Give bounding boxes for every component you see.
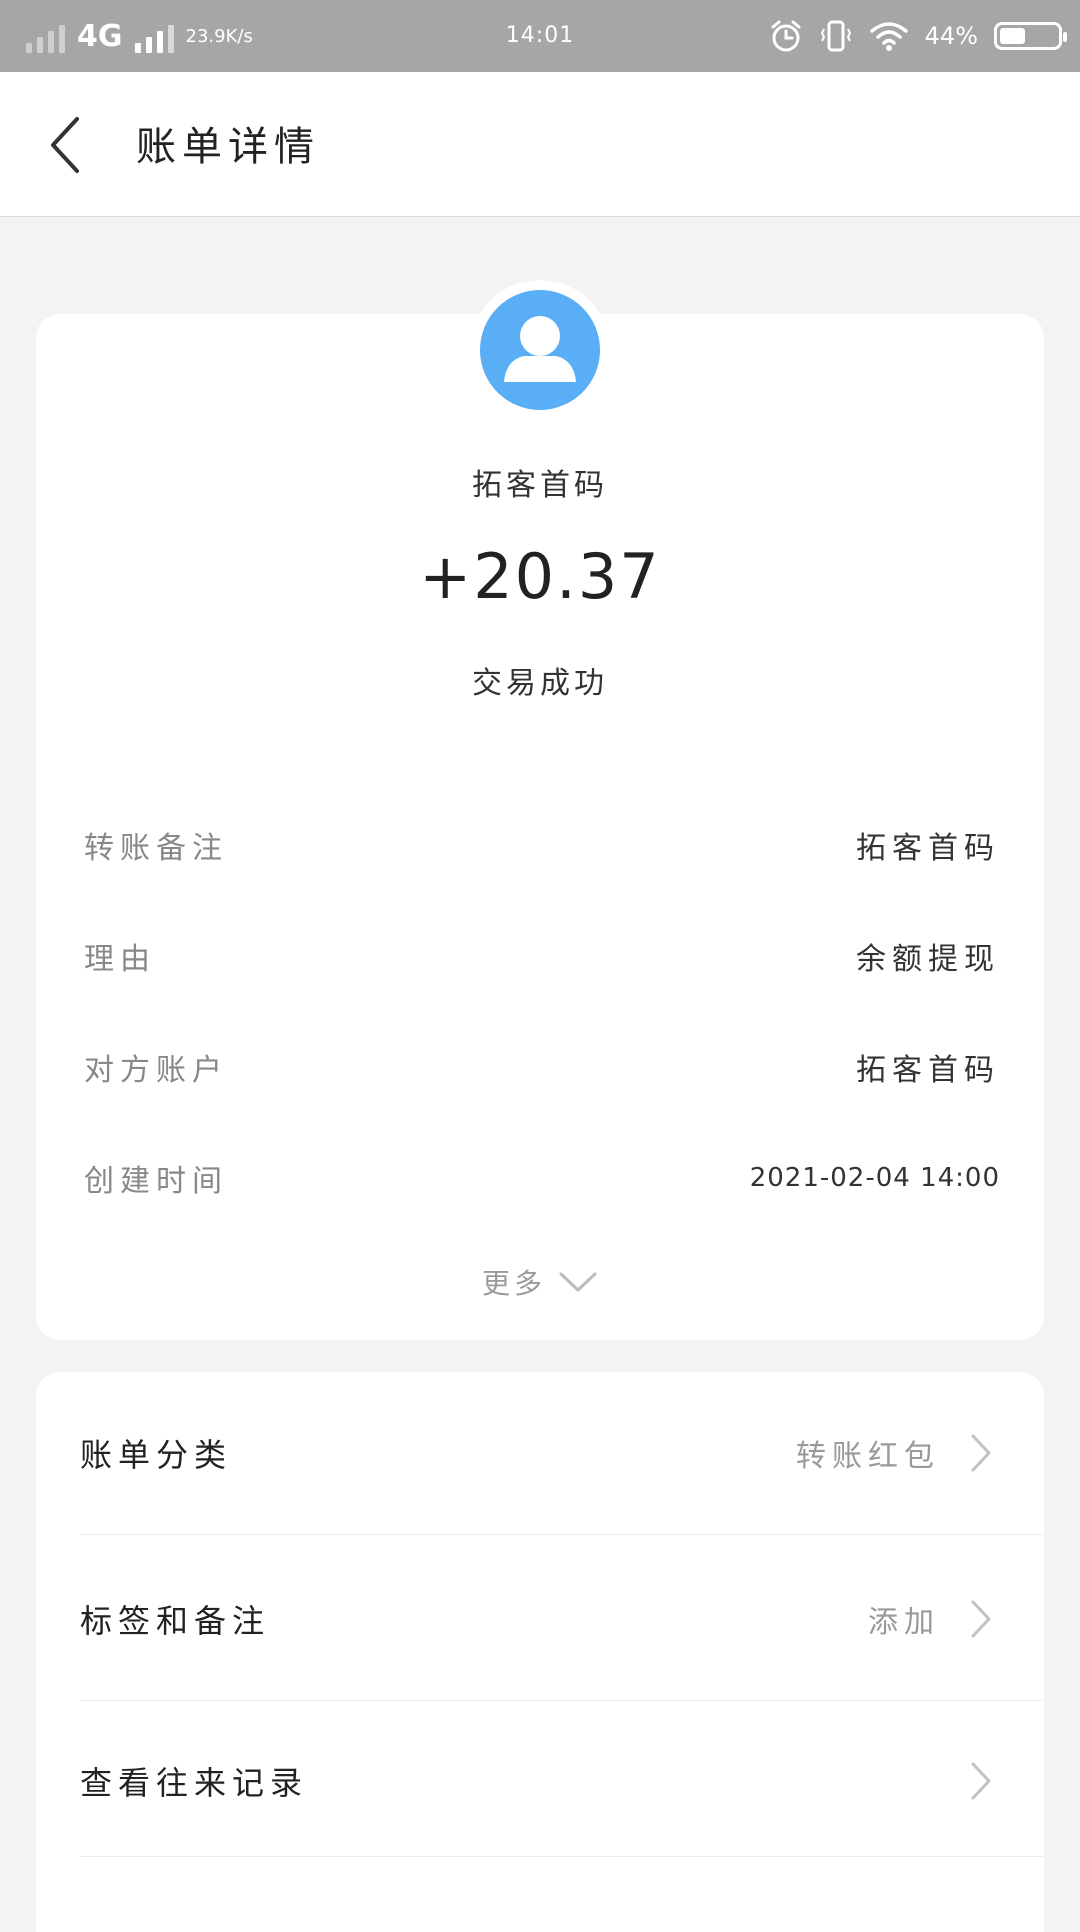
back-button[interactable] bbox=[30, 110, 100, 180]
detail-value: 2021-02-04 14:00 bbox=[749, 1163, 1000, 1193]
avatar bbox=[480, 290, 600, 410]
option-label: 标签和备注 bbox=[80, 1602, 271, 1640]
detail-row-reason: 理由 余额提现 bbox=[84, 926, 1000, 986]
payee-avatar[interactable] bbox=[470, 280, 610, 420]
user-icon bbox=[504, 316, 576, 382]
vibrate-icon bbox=[820, 20, 851, 52]
transaction-status: 交易成功 bbox=[472, 666, 608, 701]
option-bill-category[interactable]: 账单分类 转账红包 bbox=[80, 1413, 1044, 1493]
detail-row-account: 对方账户 拓客首码 bbox=[84, 1037, 1000, 1097]
battery-icon bbox=[994, 22, 1067, 50]
chevron-right-icon bbox=[970, 1433, 1000, 1473]
payee-name: 拓客首码 bbox=[472, 468, 608, 503]
option-value: 添加 bbox=[868, 1605, 940, 1640]
detail-label: 转账备注 bbox=[84, 831, 228, 866]
status-right: 44% bbox=[769, 0, 1067, 72]
option-value: 转账红包 bbox=[796, 1439, 940, 1474]
option-label: 账单分类 bbox=[80, 1436, 233, 1474]
wifi-icon bbox=[869, 22, 908, 51]
divider bbox=[80, 1856, 1044, 1857]
chevron-left-icon bbox=[51, 117, 79, 173]
more-toggle[interactable]: 更多 bbox=[0, 1262, 1080, 1302]
detail-label: 理由 bbox=[84, 942, 156, 977]
option-label: 查看往来记录 bbox=[80, 1764, 309, 1802]
chevron-right-icon bbox=[970, 1761, 1000, 1801]
page-title: 账单详情 bbox=[136, 124, 320, 170]
detail-row-remark: 转账备注 拓客首码 bbox=[84, 815, 1000, 875]
chevron-down-icon bbox=[559, 1272, 597, 1292]
detail-value: 拓客首码 bbox=[856, 831, 1000, 866]
status-bar: 4G 23.9K/s 14:01 44% bbox=[0, 0, 1080, 72]
battery-fill bbox=[1000, 28, 1025, 44]
more-label: 更多 bbox=[481, 1267, 546, 1300]
battery-percent: 44% bbox=[924, 22, 978, 50]
divider bbox=[80, 1534, 1044, 1535]
app-header: 账单详情 bbox=[0, 72, 1080, 217]
option-view-history[interactable]: 查看往来记录 bbox=[80, 1741, 1044, 1821]
divider bbox=[80, 1700, 1044, 1701]
detail-label: 创建时间 bbox=[84, 1164, 228, 1199]
option-tags-notes[interactable]: 标签和备注 添加 bbox=[80, 1579, 1044, 1659]
chevron-right-icon bbox=[970, 1599, 1000, 1639]
transaction-amount: +20.37 bbox=[419, 540, 661, 613]
detail-row-created-time: 创建时间 2021-02-04 14:00 bbox=[84, 1148, 1000, 1208]
detail-value: 余额提现 bbox=[856, 942, 1000, 977]
detail-value: 拓客首码 bbox=[856, 1053, 1000, 1088]
detail-label: 对方账户 bbox=[84, 1053, 228, 1088]
alarm-icon bbox=[771, 20, 801, 52]
